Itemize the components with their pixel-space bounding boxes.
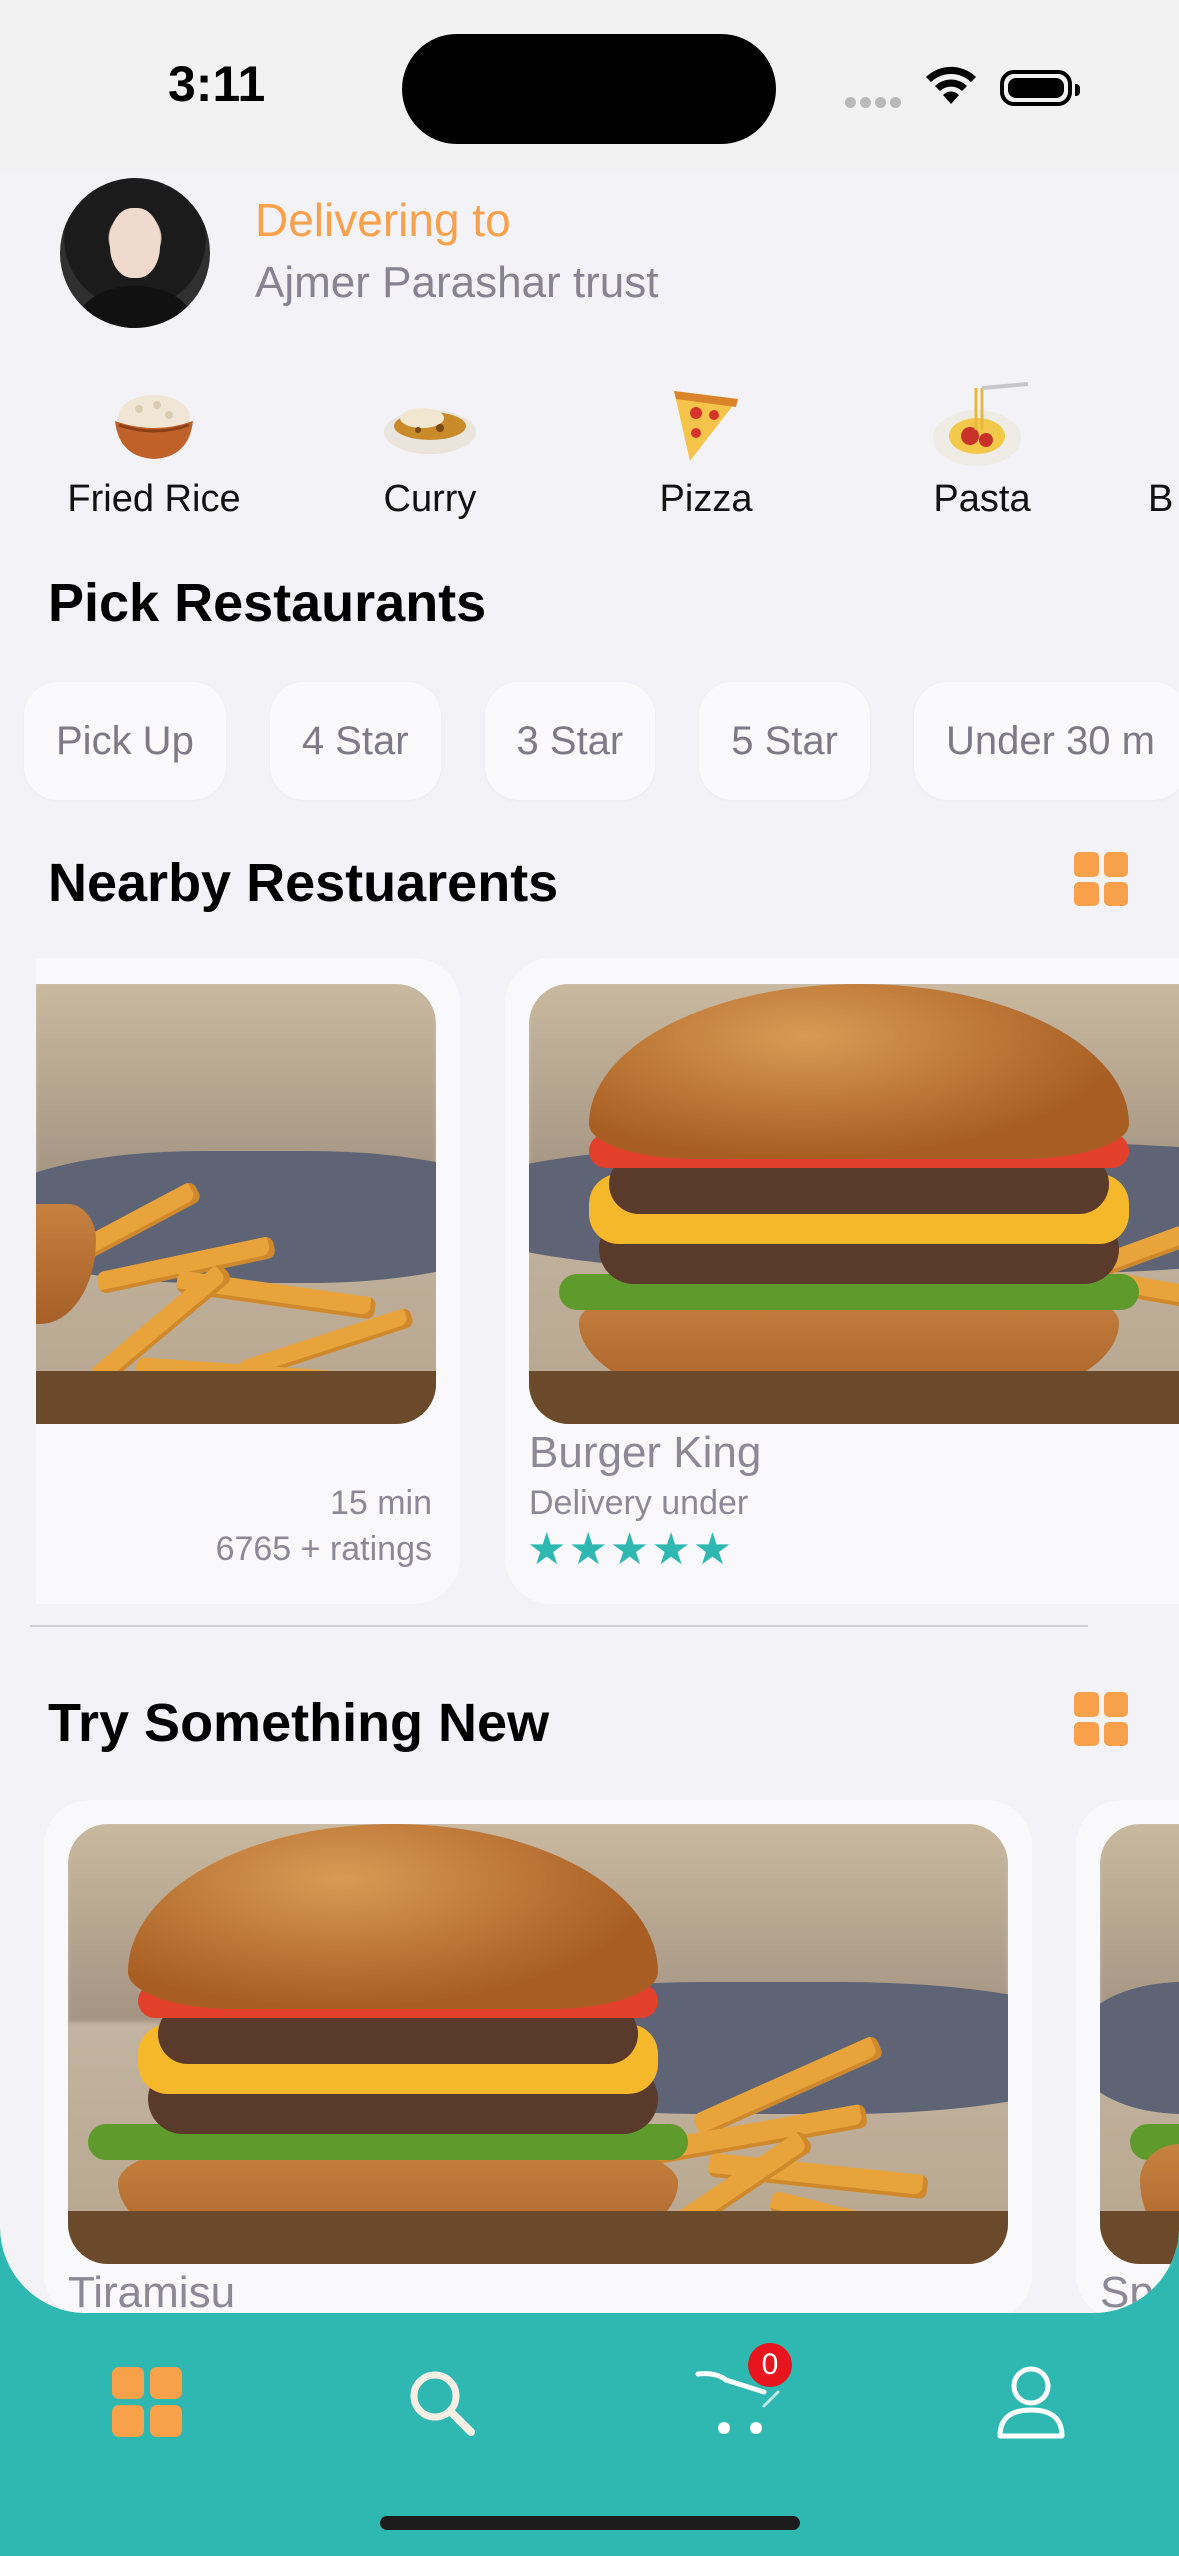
nav-profile[interactable] xyxy=(986,2357,1076,2447)
dish-name: Tiramisu xyxy=(68,2268,236,2313)
ratings-count: 6765 + ratings xyxy=(215,1530,432,1568)
dynamic-island xyxy=(402,34,776,144)
dish-image xyxy=(1100,1824,1179,2264)
delivery-address[interactable]: Ajmer Parashar trust xyxy=(255,258,658,308)
cart-count-badge: 0 xyxy=(748,2343,792,2387)
home-screen: 3:11 Delivering to Ajmer Parashar trust xyxy=(0,0,1179,2313)
battery-icon xyxy=(1000,70,1080,106)
chip-4-star[interactable]: 4 Star xyxy=(269,682,441,800)
category-list: Fried Rice Curry Pizza Pasta B xyxy=(0,380,1179,530)
dish-image xyxy=(68,1824,1008,2264)
dish-name: Sp xyxy=(1100,2268,1154,2313)
category-label: B xyxy=(1148,478,1174,520)
search-icon xyxy=(410,2371,475,2436)
dish-card[interactable]: Tiramisu xyxy=(44,1800,1032,2313)
chip-pick-up[interactable]: Pick Up xyxy=(24,682,226,800)
chip-5-star[interactable]: 5 Star xyxy=(699,682,870,800)
restaurant-name: Burger King xyxy=(529,1428,762,1477)
nearby-restaurants-title: Nearby Restuarents xyxy=(48,853,559,913)
filter-chips: Pick Up 4 Star 3 Star 5 Star Under 30 m xyxy=(24,682,1179,800)
delivery-label: Delivery under xyxy=(529,1484,749,1522)
category-pizza[interactable]: Pizza xyxy=(596,380,816,521)
delivering-to-label: Delivering to xyxy=(255,194,511,246)
status-time: 3:11 xyxy=(168,56,266,112)
chip-under-30-min[interactable]: Under 30 m xyxy=(913,682,1179,800)
profile-icon xyxy=(997,2366,1065,2439)
home-grid-icon xyxy=(112,2367,182,2437)
pasta-icon xyxy=(933,382,1029,466)
pick-restaurants-title: Pick Restaurants xyxy=(48,573,487,633)
status-bar: 3:11 xyxy=(0,0,1179,170)
curry-icon xyxy=(384,408,476,454)
pizza-icon xyxy=(674,391,738,461)
restaurant-card[interactable]: 15 min 6765 + ratings xyxy=(36,958,460,1604)
section-divider xyxy=(30,1625,1088,1627)
category-curry[interactable]: Curry xyxy=(320,380,540,521)
wifi-icon xyxy=(926,66,976,104)
category-label: Pasta xyxy=(933,478,1031,520)
nav-search[interactable] xyxy=(396,2357,486,2447)
dish-card[interactable]: Sp xyxy=(1076,1800,1179,2313)
restaurant-card[interactable]: Burger King Delivery under ★★★★★ xyxy=(505,958,1179,1604)
nav-home[interactable] xyxy=(102,2357,192,2447)
cellular-signal-icon xyxy=(845,95,905,113)
category-pasta[interactable]: Pasta xyxy=(872,380,1092,521)
restaurant-image xyxy=(36,984,436,1424)
home-indicator xyxy=(380,2516,800,2530)
chip-3-star[interactable]: 3 Star xyxy=(484,682,656,800)
category-label: Curry xyxy=(383,478,477,520)
category-label: Fried Rice xyxy=(67,478,241,520)
category-label: Pizza xyxy=(659,478,753,520)
rice-bowl-icon xyxy=(115,395,193,459)
category-partial[interactable]: B xyxy=(1148,380,1179,521)
delivery-time: 15 min xyxy=(329,1484,432,1522)
grid-view-icon[interactable] xyxy=(1074,852,1128,906)
grid-view-icon[interactable] xyxy=(1074,1692,1128,1746)
avatar[interactable] xyxy=(60,178,210,328)
category-fried-rice[interactable]: Fried Rice xyxy=(44,380,264,521)
restaurant-image xyxy=(529,984,1179,1424)
star-rating: ★★★★★ xyxy=(527,1525,735,1574)
try-something-new-title: Try Something New xyxy=(48,1693,550,1753)
